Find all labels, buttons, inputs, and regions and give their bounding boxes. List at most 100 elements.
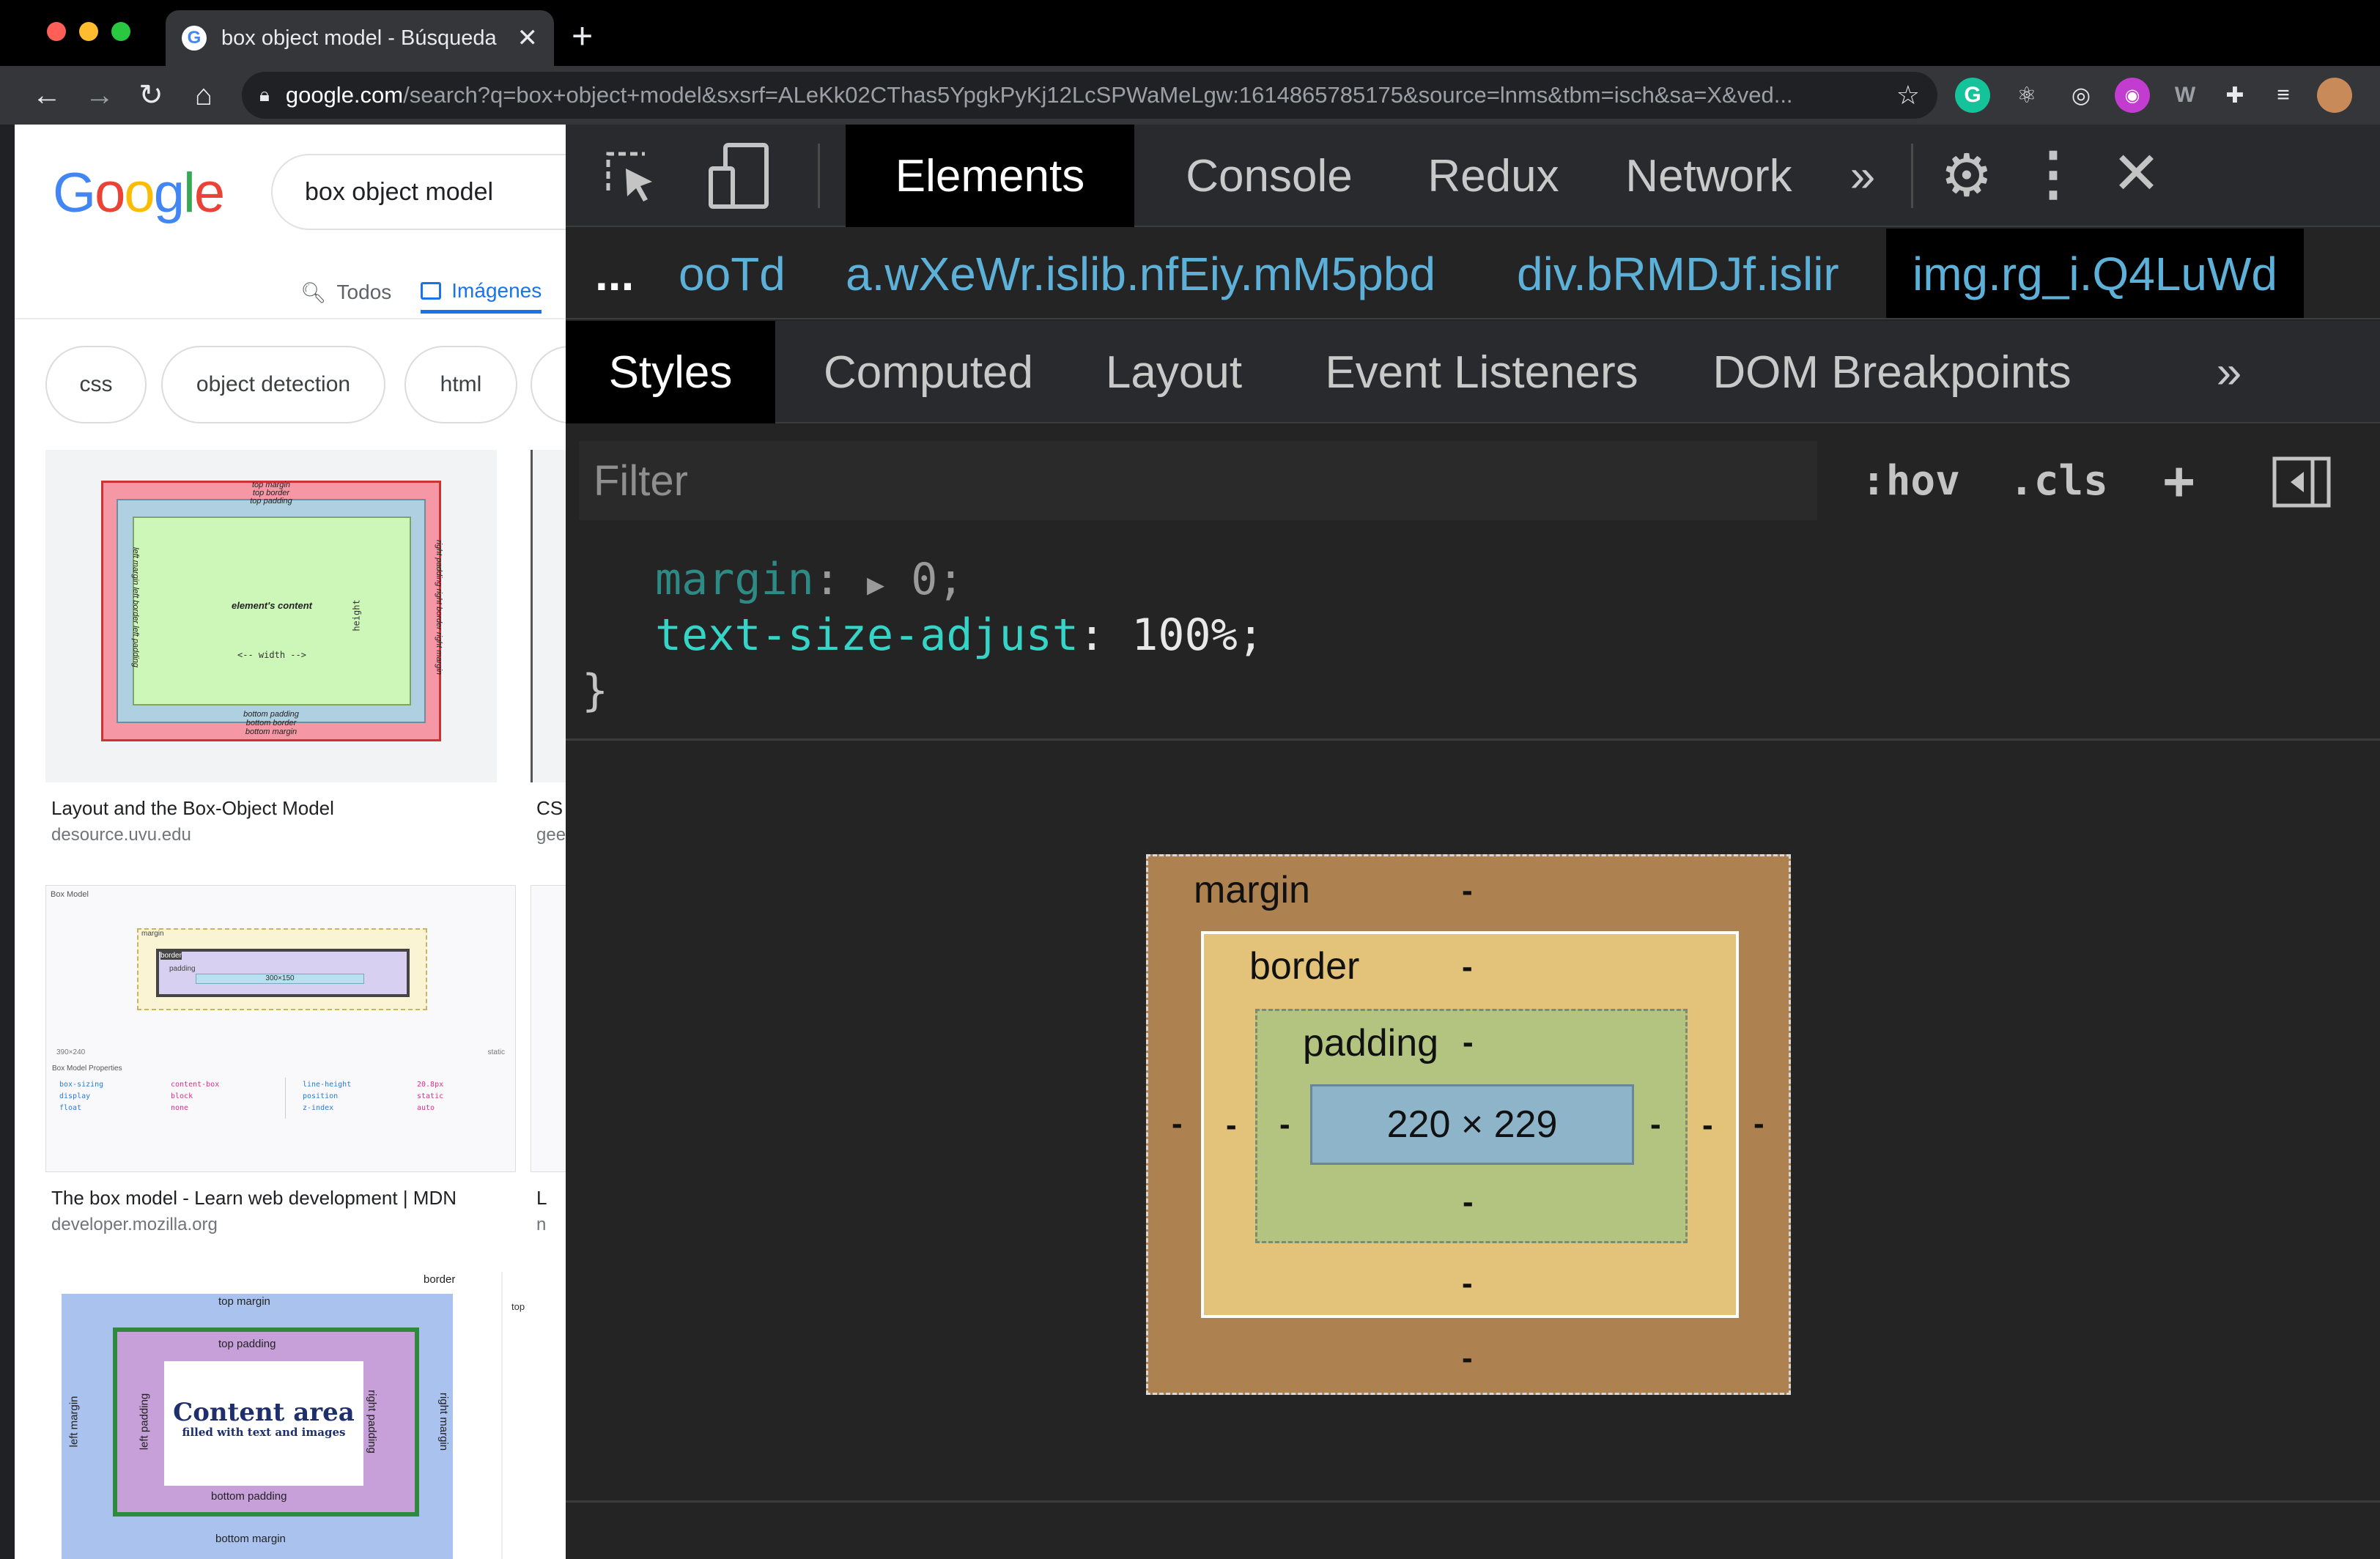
forward-arrow-icon[interactable]: →	[79, 75, 120, 116]
tab-network[interactable]: Network	[1599, 125, 1819, 227]
box-model-border[interactable]: border - - - - padding - - - - 220 × 229	[1201, 931, 1739, 1318]
subtab-styles[interactable]: Styles	[566, 321, 775, 423]
bookmark-star-icon[interactable]: ☆	[1882, 80, 1920, 111]
tab-elements[interactable]: Elements	[846, 125, 1134, 227]
more-subtabs-chevron-icon[interactable]: »	[2200, 321, 2258, 423]
styles-filter-input[interactable]: Filter	[579, 441, 1817, 520]
tab-images[interactable]: Imágenes	[421, 271, 542, 314]
result-title-partial-2[interactable]: L	[536, 1187, 547, 1210]
subtab-layout[interactable]: Layout	[1086, 321, 1262, 423]
box-model-content-size[interactable]: 220 × 229	[1310, 1084, 1634, 1165]
extensions-puzzle-icon[interactable]: ✚	[2217, 78, 2252, 113]
new-style-rule-button[interactable]: +	[2163, 441, 2195, 520]
w-extension-icon[interactable]: W	[2168, 78, 2203, 113]
subtab-event-listeners[interactable]: Event Listeners	[1298, 321, 1665, 423]
device-toolbar-icon[interactable]	[706, 142, 772, 210]
result-thumbnail-partial-3[interactable]: top	[501, 1272, 566, 1559]
margin-left-value[interactable]: -	[1172, 1106, 1183, 1142]
padding-right-value[interactable]: -	[1650, 1106, 1661, 1143]
breadcrumb-item[interactable]: div.bRMDJf.islir	[1517, 229, 1839, 318]
chip-partial[interactable]	[531, 346, 566, 423]
result-title-partial-1[interactable]: CS	[536, 797, 563, 820]
grammarly-extension-icon[interactable]: G	[1955, 78, 1990, 113]
margin-top-value[interactable]: -	[1462, 873, 1473, 909]
back-arrow-icon[interactable]: ←	[26, 75, 67, 116]
padding-top-value[interactable]: -	[1463, 1024, 1474, 1061]
chip-css[interactable]: css	[45, 346, 147, 423]
uvu-left-padding-label: left padding	[130, 626, 140, 667]
react-devtools-extension-icon[interactable]: ⚛	[2009, 78, 2044, 113]
border-left-value[interactable]: -	[1226, 1107, 1237, 1144]
media-queue-icon[interactable]: ≡	[2266, 78, 2301, 113]
breadcrumb-ellipsis[interactable]: ...	[595, 229, 634, 318]
box-model-margin[interactable]: margin - - - - border - - - - padding - …	[1146, 854, 1791, 1395]
result-thumbnail-1[interactable]: element's content <-- width --> height t…	[45, 450, 497, 782]
toggle-sidebar-icon[interactable]	[2272, 456, 2332, 508]
mdn-value: auto	[417, 1104, 435, 1112]
close-tab-icon[interactable]: ✕	[517, 23, 539, 53]
box-model-divider	[566, 1500, 2380, 1503]
subtab-computed[interactable]: Computed	[799, 321, 1058, 423]
result-title-2[interactable]: The box model - Learn web development | …	[51, 1187, 457, 1210]
subtab-dom-breakpoints[interactable]: DOM Breakpoints	[1694, 321, 2090, 423]
close-devtools-icon[interactable]: ✕	[2112, 141, 2161, 207]
minimize-window-button[interactable]	[79, 22, 98, 41]
hover-state-toggle[interactable]: :hov	[1861, 441, 1960, 520]
chip-html[interactable]: html	[404, 346, 517, 423]
tab-console[interactable]: Console	[1152, 125, 1386, 227]
home-icon[interactable]: ⌂	[183, 75, 224, 116]
css-property-value: 100%;	[1131, 610, 1264, 661]
result-source-partial-2[interactable]: n	[536, 1215, 546, 1235]
new-tab-button[interactable]: +	[572, 15, 593, 57]
result-source-partial-1[interactable]: gee	[536, 825, 566, 845]
css-declaration-margin[interactable]: margin: ▶ 0;	[655, 554, 964, 605]
result-source-1[interactable]: desource.uvu.edu	[51, 825, 191, 845]
mdn-margin-label: margin	[141, 930, 164, 938]
margin-right-value[interactable]: -	[1753, 1106, 1764, 1142]
result-source-2[interactable]: developer.mozilla.org	[51, 1215, 218, 1235]
browser-tab[interactable]: G box object model - Búsqueda de Google …	[166, 10, 554, 66]
result-title-1[interactable]: Layout and the Box-Object Model	[51, 797, 334, 820]
more-options-kebab-icon[interactable]: ⋮	[2024, 141, 2082, 207]
expand-triangle-icon[interactable]: ▶	[867, 568, 884, 601]
breadcrumb-item[interactable]: a.wXeWr.islib.nfEiy.mM5pbd	[846, 229, 1435, 318]
mdn-prop: box-sizing	[59, 1081, 104, 1089]
css-closing-brace: }	[582, 665, 609, 716]
css-separator: :	[1078, 610, 1106, 661]
css-declaration-text-size-adjust[interactable]: text-size-adjust: 100%;	[655, 610, 1264, 661]
tab-images-label: Imágenes	[451, 278, 542, 302]
close-window-button[interactable]	[47, 22, 66, 41]
uvu-bottom-border-label: bottom border	[245, 719, 297, 727]
google-logo[interactable]: Google	[53, 161, 225, 225]
tab-redux[interactable]: Redux	[1398, 125, 1589, 227]
address-bar[interactable]: 🔒︎ google.com/search?q=box+object+model&…	[242, 72, 1937, 119]
profile-avatar[interactable]	[2317, 78, 2352, 113]
target-extension-icon[interactable]: ◎	[2063, 78, 2099, 113]
breadcrumb-item[interactable]: ooTd	[679, 229, 786, 318]
result-thumbnail-3[interactable]: Content area filled with text and images…	[45, 1272, 470, 1559]
class-toggle[interactable]: .cls	[2009, 441, 2108, 520]
margin-bottom-value[interactable]: -	[1462, 1340, 1473, 1377]
devtools-main-toolbar: Elements Console Redux Network » ⚙ ⋮ ✕	[566, 125, 2380, 227]
third-top-margin: top margin	[218, 1295, 270, 1308]
reload-icon[interactable]: ↻	[130, 75, 171, 116]
settings-gear-icon[interactable]: ⚙	[1940, 147, 1993, 205]
border-right-value[interactable]: -	[1702, 1107, 1713, 1144]
search-tabs: 🔍︎ Todos Imágenes	[300, 271, 542, 314]
box-model-padding[interactable]: padding - - - - 220 × 229	[1255, 1009, 1688, 1243]
result-thumbnail-2[interactable]: Box Model margin border padding 300×150 …	[45, 885, 516, 1172]
border-bottom-value[interactable]: -	[1462, 1265, 1473, 1302]
zoom-window-button[interactable]	[111, 22, 130, 41]
padding-bottom-value[interactable]: -	[1463, 1184, 1474, 1221]
chip-object-detection[interactable]: object detection	[161, 346, 385, 423]
more-tabs-chevron-icon[interactable]: »	[1826, 125, 1899, 227]
redux-extension-icon[interactable]: ◉	[2115, 78, 2150, 113]
border-top-value[interactable]: -	[1462, 949, 1473, 985]
inspect-element-icon[interactable]	[601, 147, 659, 205]
search-input[interactable]: box object model	[271, 154, 566, 230]
padding-left-value[interactable]: -	[1279, 1106, 1290, 1143]
tab-all[interactable]: 🔍︎ Todos	[300, 271, 391, 314]
result-thumbnail-partial-2[interactable]	[531, 885, 566, 1172]
result-thumbnail-partial-1[interactable]	[531, 450, 566, 782]
breadcrumb-item-selected[interactable]: img.rg_i.Q4LuWd	[1886, 229, 2304, 318]
